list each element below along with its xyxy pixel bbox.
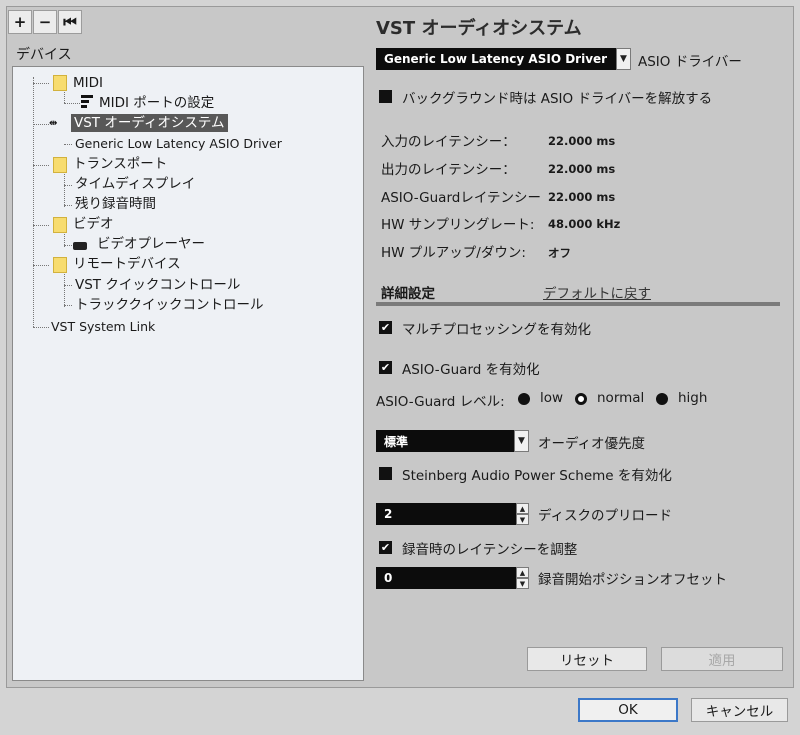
asio-guard-level-label: ASIO-Guard レベル: [376,394,505,410]
section-divider [376,302,780,306]
pullup-value: オフ [548,246,571,260]
device-toolbar: + − ⏮ [8,10,83,36]
devices-heading: デバイス [16,47,72,63]
power-scheme-checkbox[interactable] [379,467,392,480]
tree-item-vst-quick[interactable]: VST クイックコントロール [75,275,240,295]
release-driver-label: バックグラウンド時は ASIO ドライバーを解放する [402,91,713,107]
adjust-latency-checkbox[interactable]: ✔ [379,541,392,554]
disk-preload-label: ディスクのプリロード [538,508,673,524]
tree-item-system-link[interactable]: VST System Link [51,317,155,337]
power-scheme-label: Steinberg Audio Power Scheme を有効化 [402,468,672,484]
folder-icon [53,217,67,233]
tree-item-midi-port[interactable]: MIDI ポートの設定 [99,93,214,113]
tree-item-video-player[interactable]: ビデオプレーヤー [97,234,205,254]
asio-guard-checkbox[interactable]: ✔ [379,361,392,374]
advanced-heading: 詳細設定 [381,286,435,302]
level-high-radio[interactable] [656,393,668,405]
add-device-button[interactable]: + [8,10,32,34]
audio-priority-label: オーディオ優先度 [538,436,646,452]
record-offset-stepper[interactable]: 0 ▲ ▼ [376,567,529,589]
tree-item-track-quick[interactable]: トラッククイックコントロール [75,295,263,315]
level-normal-radio[interactable] [575,393,587,405]
reset-button[interactable]: リセット [527,647,647,671]
tree-item-midi[interactable]: MIDI [73,73,103,93]
tree-connector [33,124,49,125]
asio-guard-latency-value: 22.000 ms [548,190,616,204]
chevron-down-icon: ▼ [514,430,529,452]
tree-connector [64,267,65,307]
stepper-down-icon[interactable]: ▼ [516,578,529,589]
tree-connector [64,285,72,286]
asio-guard-label: ASIO-Guard を有効化 [402,362,540,378]
tree-item-remaining-time[interactable]: 残り録音時間 [75,194,156,214]
asio-driver-select[interactable]: Generic Low Latency ASIO Driver ▼ [376,48,631,70]
release-driver-checkbox[interactable] [379,90,392,103]
record-offset-label: 録音開始ポジションオフセット [538,572,727,588]
chevron-down-icon: ▼ [616,48,631,70]
stepper-up-icon[interactable]: ▲ [516,503,529,514]
input-latency-label: 入力のレイテンシー： [381,134,516,150]
stepper-down-icon[interactable]: ▼ [516,514,529,525]
multiprocessing-label: マルチプロセッシングを有効化 [402,322,591,338]
asio-guard-latency-label: ASIO-Guardレイテンシー [381,190,542,206]
folder-icon [53,257,67,273]
asio-driver-value: Generic Low Latency ASIO Driver [384,52,608,66]
cancel-button[interactable]: キャンセル [691,698,788,722]
tree-connector [64,245,72,246]
tree-connector [64,305,72,306]
tree-item-time-display[interactable]: タイムディスプレイ [75,174,195,194]
reset-default-link[interactable]: デフォルトに戻す [543,282,651,302]
input-latency-value: 22.000 ms [548,134,616,148]
tree-item-transport[interactable]: トランスポート [73,154,167,174]
tree-connector [33,265,49,266]
audio-priority-value: 標準 [384,434,409,449]
tree-item-generic-driver[interactable]: Generic Low Latency ASIO Driver [75,134,282,154]
folder-icon [53,75,67,91]
tree-item-remote[interactable]: リモートデバイス [73,254,181,274]
tree-connector [64,144,72,145]
tree-connector [64,103,80,104]
midi-port-icon [81,95,93,109]
tree-connector [64,167,65,207]
tree-connector [64,205,72,206]
level-low-label: low [540,390,564,406]
multiprocessing-checkbox[interactable]: ✔ [379,321,392,334]
sample-rate-label: HW サンプリングレート: [381,217,535,233]
tree-connector [33,77,34,327]
remove-device-button[interactable]: − [33,10,57,34]
apply-button[interactable]: 適用 [661,647,783,671]
tree-connector [33,165,49,166]
audio-waveform-icon: ⇹ [49,118,58,129]
audio-priority-select[interactable]: 標準 ▼ [376,430,529,452]
disk-preload-stepper[interactable]: 2 ▲ ▼ [376,503,529,525]
tree-item-vst-audio[interactable]: VST オーディオシステム [71,113,228,133]
record-offset-value: 0 [384,571,393,585]
level-low-radio[interactable] [518,393,530,405]
folder-icon [53,157,67,173]
level-high-label: high [678,390,708,406]
tree-connector [33,83,49,84]
ok-button[interactable]: OK [578,698,678,722]
sample-rate-value: 48.000 kHz [548,217,621,231]
level-normal-label: normal [597,390,645,406]
output-latency-value: 22.000 ms [548,162,616,176]
video-player-icon [73,239,93,250]
output-latency-label: 出力のレイテンシー： [381,162,516,178]
stepper-up-icon[interactable]: ▲ [516,567,529,578]
adjust-latency-label: 録音時のレイテンシーを調整 [402,542,578,558]
reset-device-button[interactable]: ⏮ [58,10,82,34]
tree-connector [33,225,49,226]
asio-driver-label: ASIO ドライバー [638,54,742,70]
tree-connector [33,327,49,328]
pullup-label: HW プルアップ/ダウン: [381,245,526,261]
tree-item-video[interactable]: ビデオ [73,214,114,234]
tree-connector [64,185,72,186]
panel-title: VST オーディオシステム [376,18,582,39]
device-tree: MIDI MIDI ポートの設定 ⇹ VST オーディオシステム Generic… [12,66,364,681]
disk-preload-value: 2 [384,507,393,521]
